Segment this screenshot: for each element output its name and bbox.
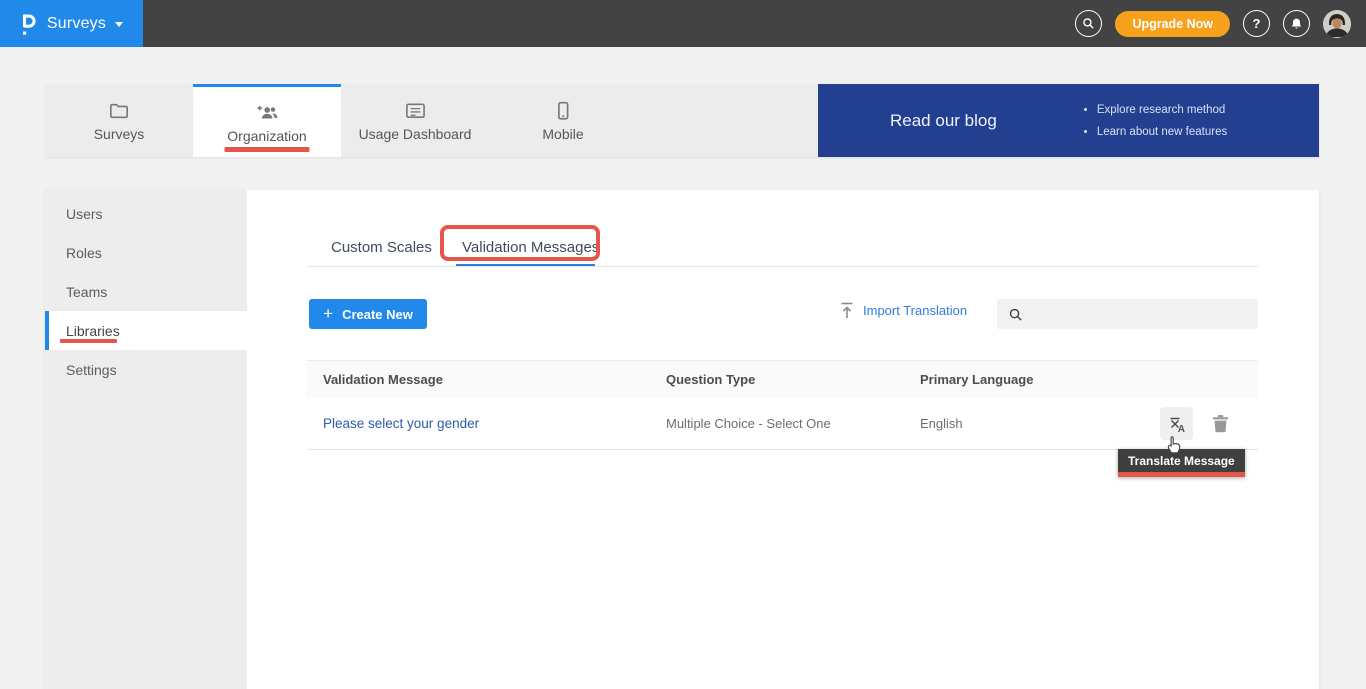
- user-avatar[interactable]: [1323, 10, 1351, 38]
- primary-language-cell: English: [920, 416, 1160, 431]
- sidebar-item-roles[interactable]: Roles: [45, 233, 247, 272]
- annotation-underline-libraries: [60, 339, 117, 343]
- sidebar-item-label: Roles: [66, 245, 102, 261]
- product-name: Surveys: [47, 15, 106, 33]
- blog-banner[interactable]: Read our blog Explore research method Le…: [818, 84, 1319, 157]
- blog-banner-title: Read our blog: [890, 111, 997, 131]
- nav-tab-mobile[interactable]: Mobile: [489, 84, 637, 157]
- column-header-question-type: Question Type: [666, 372, 920, 387]
- sidebar-item-teams[interactable]: Teams: [45, 272, 247, 311]
- sidebar-item-label: Settings: [66, 362, 117, 378]
- blog-banner-bullet: Explore research method: [1097, 99, 1227, 121]
- nav-tab-organization[interactable]: Organization: [193, 84, 341, 157]
- nav-tab-usage-dashboard[interactable]: Usage Dashboard: [341, 84, 489, 157]
- notifications-button[interactable]: [1283, 10, 1310, 37]
- search-icon: [1008, 307, 1023, 322]
- main-nav-tabs: Surveys Organization: [45, 84, 818, 157]
- add-people-icon: [255, 101, 280, 123]
- sidebar-item-label: Teams: [66, 284, 107, 300]
- mobile-icon: [552, 99, 574, 121]
- main-nav-strip: Surveys Organization: [45, 84, 1319, 157]
- validation-message-link[interactable]: Please select your gender: [323, 416, 666, 431]
- help-button[interactable]: ?: [1243, 10, 1270, 37]
- table-row: Please select your gender Multiple Choic…: [307, 398, 1258, 450]
- nav-tab-label: Mobile: [542, 126, 583, 142]
- organization-panel: Users Roles Teams Libraries Settings Cus…: [45, 190, 1319, 689]
- search-input[interactable]: [1031, 307, 1258, 322]
- table-search-box: [997, 299, 1258, 329]
- sidebar-item-users[interactable]: Users: [45, 194, 247, 233]
- product-switcher[interactable]: Surveys: [0, 0, 143, 47]
- import-icon: [840, 302, 854, 319]
- plus-icon: +: [323, 305, 333, 322]
- topbar: Surveys Upgrade Now ?: [0, 0, 1366, 47]
- question-type-cell: Multiple Choice - Select One: [666, 416, 920, 431]
- bell-icon: [1290, 17, 1303, 31]
- topbar-actions: Upgrade Now ?: [1075, 10, 1366, 38]
- column-header-validation-message: Validation Message: [323, 372, 666, 387]
- delete-button[interactable]: [1212, 414, 1229, 433]
- search-button[interactable]: [1075, 10, 1102, 37]
- svg-text:A: A: [1177, 424, 1184, 434]
- sidebar-item-libraries[interactable]: Libraries: [45, 311, 247, 350]
- tabs-divider: [307, 266, 1258, 267]
- nav-tab-label: Surveys: [94, 126, 145, 142]
- nav-tab-label: Organization: [227, 128, 306, 144]
- create-new-label: Create New: [342, 307, 413, 322]
- import-translation-link[interactable]: Import Translation: [840, 302, 967, 319]
- translate-icon: A: [1167, 414, 1187, 434]
- import-translation-label: Import Translation: [863, 303, 967, 318]
- table-header-row: Validation Message Question Type Primary…: [307, 360, 1258, 398]
- chevron-down-icon: [115, 22, 123, 27]
- create-new-button[interactable]: + Create New: [309, 299, 427, 329]
- dashboard-icon: [404, 99, 427, 121]
- question-mark-icon: ?: [1253, 16, 1261, 31]
- sidebar-item-label: Libraries: [66, 323, 120, 339]
- column-header-primary-language: Primary Language: [920, 372, 1160, 387]
- sidebar-item-settings[interactable]: Settings: [45, 350, 247, 389]
- sidebar-item-label: Users: [66, 206, 103, 222]
- validation-messages-table: Validation Message Question Type Primary…: [307, 360, 1258, 450]
- trash-icon: [1212, 414, 1229, 433]
- blog-banner-bullets: Explore research method Learn about new …: [1081, 99, 1227, 143]
- blog-banner-bullet: Learn about new features: [1097, 121, 1227, 143]
- tab-custom-scales[interactable]: Custom Scales: [331, 239, 432, 256]
- nav-tab-label: Usage Dashboard: [359, 126, 472, 142]
- search-icon: [1082, 17, 1095, 30]
- upgrade-now-button[interactable]: Upgrade Now: [1115, 11, 1230, 37]
- organization-sidebar: Users Roles Teams Libraries Settings: [45, 190, 247, 689]
- hand-cursor-icon: [1165, 435, 1184, 461]
- nav-tab-surveys[interactable]: Surveys: [45, 84, 193, 157]
- annotation-box-validation-messages: [440, 225, 600, 261]
- annotation-underline-organization: [225, 147, 310, 152]
- questionpro-logo-icon: [20, 11, 38, 37]
- folder-icon: [108, 99, 130, 121]
